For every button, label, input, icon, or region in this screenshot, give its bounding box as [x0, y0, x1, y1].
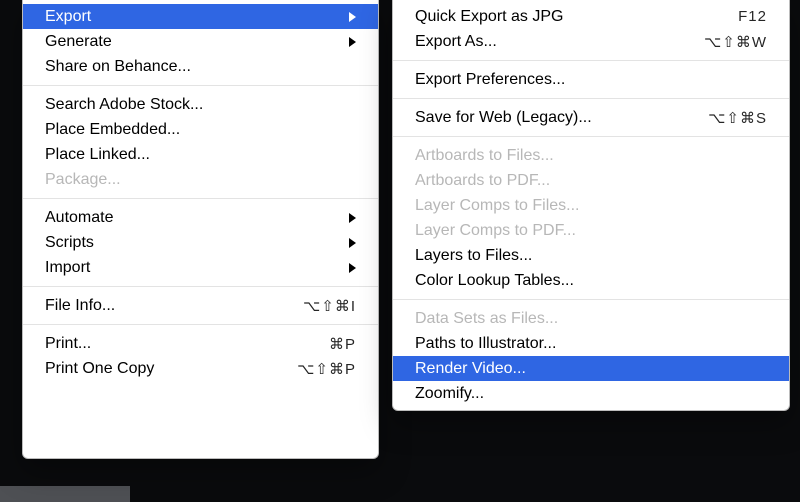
menu-item-file-info[interactable]: File Info... ⌥⇧⌘I — [23, 293, 378, 318]
menu-item-layers-to-files[interactable]: Layers to Files... — [393, 243, 789, 268]
menu-item-layer-comps-to-pdf: Layer Comps to PDF... — [393, 218, 789, 243]
shortcut-text: ⌥⇧⌘P — [297, 360, 356, 378]
menu-separator — [23, 198, 378, 199]
menu-label: Export — [45, 8, 339, 26]
menu-label: Export As... — [415, 33, 692, 51]
menu-item-automate[interactable]: Automate — [23, 205, 378, 230]
menu-item-export-preferences[interactable]: Export Preferences... — [393, 67, 789, 92]
menu-label: Color Lookup Tables... — [415, 272, 767, 290]
menu-item-search-adobe-stock[interactable]: Search Adobe Stock... — [23, 92, 378, 117]
submenu-arrow-icon — [349, 213, 356, 223]
menu-label: Package... — [45, 171, 356, 189]
menu-item-import[interactable]: Import — [23, 255, 378, 280]
menu-item-save-for-web[interactable]: Save for Web (Legacy)... ⌥⇧⌘S — [393, 105, 789, 130]
menu-label: Export Preferences... — [415, 71, 767, 89]
submenu-arrow-icon — [349, 238, 356, 248]
menu-label: File Info... — [45, 297, 291, 315]
menu-label: Zoomify... — [415, 385, 767, 403]
menu-label: Generate — [45, 33, 339, 51]
menu-label: Place Linked... — [45, 146, 356, 164]
menu-separator — [393, 60, 789, 61]
menu-separator — [23, 286, 378, 287]
menu-label: Import — [45, 259, 339, 277]
menu-label: Layers to Files... — [415, 247, 767, 265]
menu-item-print-one-copy[interactable]: Print One Copy ⌥⇧⌘P — [23, 356, 378, 381]
file-menu: Export Generate Share on Behance... Sear… — [22, 0, 379, 459]
menu-item-data-sets-as-files: Data Sets as Files... — [393, 306, 789, 331]
menu-item-zoomify[interactable]: Zoomify... — [393, 381, 789, 406]
menu-label: Render Video... — [415, 360, 767, 378]
shortcut-text: ⌥⇧⌘I — [303, 297, 356, 315]
menu-label: Save for Web (Legacy)... — [415, 109, 696, 127]
menu-item-render-video[interactable]: Render Video... — [393, 356, 789, 381]
menu-separator — [393, 136, 789, 137]
menu-label: Paths to Illustrator... — [415, 335, 767, 353]
shortcut-text: ⌥⇧⌘W — [704, 33, 767, 51]
export-submenu: Quick Export as JPG F12 Export As... ⌥⇧⌘… — [392, 0, 790, 411]
menu-item-layer-comps-to-files: Layer Comps to Files... — [393, 193, 789, 218]
menu-item-export-as[interactable]: Export As... ⌥⇧⌘W — [393, 29, 789, 54]
menu-item-paths-to-illustrator[interactable]: Paths to Illustrator... — [393, 331, 789, 356]
menu-label: Print... — [45, 335, 317, 353]
menu-item-artboards-to-pdf: Artboards to PDF... — [393, 168, 789, 193]
menu-item-scripts[interactable]: Scripts — [23, 230, 378, 255]
menu-separator — [393, 98, 789, 99]
menu-label: Automate — [45, 209, 339, 227]
shortcut-text: ⌥⇧⌘S — [708, 109, 767, 127]
menu-item-color-lookup-tables[interactable]: Color Lookup Tables... — [393, 268, 789, 293]
submenu-arrow-icon — [349, 37, 356, 47]
menu-label: Print One Copy — [45, 360, 285, 378]
app-background-strip — [0, 486, 130, 502]
menu-label: Quick Export as JPG — [415, 8, 726, 26]
menu-label: Scripts — [45, 234, 339, 252]
menu-label: Artboards to Files... — [415, 147, 767, 165]
menu-item-place-linked[interactable]: Place Linked... — [23, 142, 378, 167]
menu-separator — [23, 324, 378, 325]
menu-separator — [393, 299, 789, 300]
menu-item-export[interactable]: Export — [23, 4, 378, 29]
menu-item-share-behance[interactable]: Share on Behance... — [23, 54, 378, 79]
menu-label: Place Embedded... — [45, 121, 356, 139]
menu-label: Layer Comps to PDF... — [415, 222, 767, 240]
menu-label: Artboards to PDF... — [415, 172, 767, 190]
shortcut-text: F12 — [738, 8, 767, 25]
menu-item-print[interactable]: Print... ⌘P — [23, 331, 378, 356]
menu-label: Layer Comps to Files... — [415, 197, 767, 215]
menu-item-package: Package... — [23, 167, 378, 192]
menu-item-quick-export-jpg[interactable]: Quick Export as JPG F12 — [393, 4, 789, 29]
menu-separator — [23, 85, 378, 86]
shortcut-text: ⌘P — [329, 335, 356, 353]
menu-label: Data Sets as Files... — [415, 310, 767, 328]
menu-item-place-embedded[interactable]: Place Embedded... — [23, 117, 378, 142]
menu-label: Search Adobe Stock... — [45, 96, 356, 114]
submenu-arrow-icon — [349, 12, 356, 22]
menu-item-artboards-to-files: Artboards to Files... — [393, 143, 789, 168]
menu-label: Share on Behance... — [45, 58, 356, 76]
menu-item-generate[interactable]: Generate — [23, 29, 378, 54]
submenu-arrow-icon — [349, 263, 356, 273]
